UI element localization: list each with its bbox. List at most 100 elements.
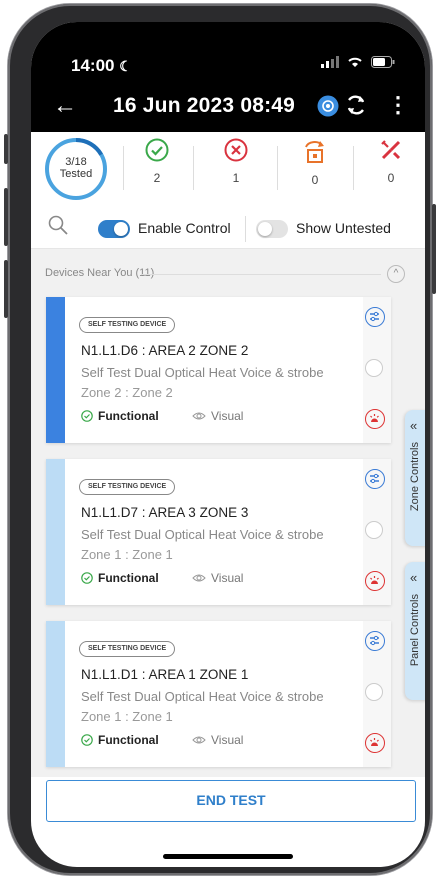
selection-stripe [46,621,65,767]
device-visual: Visual [192,733,243,747]
x-circle-icon [224,138,248,162]
wifi-icon [348,57,362,67]
enable-control-label: Enable Control [138,220,231,236]
alarm-icon [370,738,379,746]
device-type: Self Test Dual Optical Heat Voice & stro… [81,689,324,704]
select-radio[interactable] [365,683,383,701]
failed-count: 1 [232,171,240,185]
device-list: Devices Near You (11) ^ SELF TESTING DEV… [31,249,425,777]
divider [245,216,246,242]
passed-count: 2 [153,171,161,185]
enable-control-toggle[interactable] [98,220,130,238]
device-badge: SELF TESTING DEVICE [79,317,176,333]
panel-controls-label: Panel Controls [409,594,421,667]
stat-skipped[interactable]: 0 [285,138,345,187]
device-status-text: Functional [98,733,159,747]
eye-icon [192,412,206,420]
select-radio[interactable] [365,521,383,539]
settings-sliders-icon [370,473,379,484]
home-indicator [163,854,293,859]
device-title: N1.L1.D6 : AREA 2 ZONE 2 [81,343,249,358]
device-zone: Zone 2 : Zone 2 [81,385,173,400]
device-status: Functional [81,571,159,585]
alarm-icon[interactable] [365,409,385,429]
filter-bar: Enable Control Show Untested [31,208,425,248]
progress-text: 3/18 Tested [43,156,109,180]
alarm-icon[interactable] [365,571,385,591]
device-card[interactable]: SELF TESTING DEVICE N1.L1.D6 : AREA 2 ZO… [46,297,391,443]
alarm-icon [370,414,379,422]
moon-icon: ☾ [119,58,132,74]
device-status-text: Functional [98,409,159,423]
toggle-knob [258,222,272,236]
end-test-button[interactable]: END TEST [46,780,416,822]
device-zone: Zone 1 : Zone 1 [81,709,173,724]
top-bar: 14:00 ☾ ← 16 Jun 2023 08:49 ⋮ [31,22,425,132]
device-status: Functional [81,733,159,747]
settings-sliders-icon[interactable] [365,631,385,651]
search-icon[interactable] [47,214,69,236]
power-button [432,204,436,294]
back-arrow-icon[interactable]: ← [53,94,77,118]
device-card[interactable]: SELF TESTING DEVICE N1.L1.D1 : AREA 1 ZO… [46,621,391,767]
selection-stripe [46,459,65,605]
panel-controls-tab[interactable]: « Panel Controls [405,562,425,700]
divider [353,146,354,190]
device-visual: Visual [192,571,243,585]
wrench-icon [381,140,401,160]
device-title: N1.L1.D7 : AREA 3 ZONE 3 [81,505,249,520]
phone-frame: 14:00 ☾ ← 16 Jun 2023 08:49 ⋮ 3/18 Teste… [4,4,436,875]
settings-sliders-icon[interactable] [365,469,385,489]
check-circle-icon [81,734,93,746]
status-time-text: 14:00 [71,56,115,75]
zone-controls-tab[interactable]: « Zone Controls [405,410,425,546]
silent-switch [4,134,8,164]
eye-icon [192,574,206,582]
chevron-left-double-icon: « [410,418,418,433]
chevron-up-icon[interactable]: ^ [387,265,405,283]
battery-icon [371,56,395,68]
divider [193,146,194,190]
device-badge: SELF TESTING DEVICE [79,479,176,495]
device-type: Self Test Dual Optical Heat Voice & stro… [81,527,324,542]
screen: 14:00 ☾ ← 16 Jun 2023 08:49 ⋮ 3/18 Teste… [31,22,425,867]
alarm-icon[interactable] [365,733,385,753]
alarm-icon [370,576,379,584]
divider [141,274,381,275]
progress-count: 3/18 [65,156,87,168]
section-header: Devices Near You (11) [45,267,155,279]
test-summary: 3/18 Tested 2 1 0 0 [31,132,425,204]
device-title: N1.L1.D1 : AREA 1 ZONE 1 [81,667,249,682]
stat-passed[interactable]: 2 [127,138,187,185]
status-icons [321,56,395,68]
more-vert-icon[interactable]: ⋮ [387,92,409,118]
settings-sliders-icon[interactable] [365,307,385,327]
status-time: 14:00 ☾ [71,56,132,76]
sync-icon[interactable] [343,92,369,118]
device-visual-text: Visual [211,409,244,423]
show-untested-toggle[interactable] [256,220,288,238]
volume-up-button [4,188,8,246]
skip-icon [305,141,324,163]
settings-sliders-icon [370,635,379,646]
device-badge: SELF TESTING DEVICE [79,641,176,657]
faulty-count: 0 [387,171,395,185]
skipped-count: 0 [311,173,319,187]
toggle-knob [114,222,128,236]
eye-icon [192,736,206,744]
check-circle-icon [81,572,93,584]
camera-icon[interactable] [317,95,339,117]
device-visual-text: Visual [211,571,244,585]
divider [277,146,278,190]
page-title-text: 16 Jun 2023 08:49 [113,94,296,117]
progress-label: Tested [59,168,93,180]
select-radio[interactable] [365,359,383,377]
stat-faulty[interactable]: 0 [361,138,421,185]
chevron-left-double-icon: « [410,570,418,585]
page-title: 16 Jun 2023 08:49 [113,94,295,118]
signal-icon [321,56,339,68]
stat-failed[interactable]: 1 [206,138,266,185]
device-card[interactable]: SELF TESTING DEVICE N1.L1.D7 : AREA 3 ZO… [46,459,391,605]
volume-down-button [4,260,8,318]
notch [149,22,307,48]
